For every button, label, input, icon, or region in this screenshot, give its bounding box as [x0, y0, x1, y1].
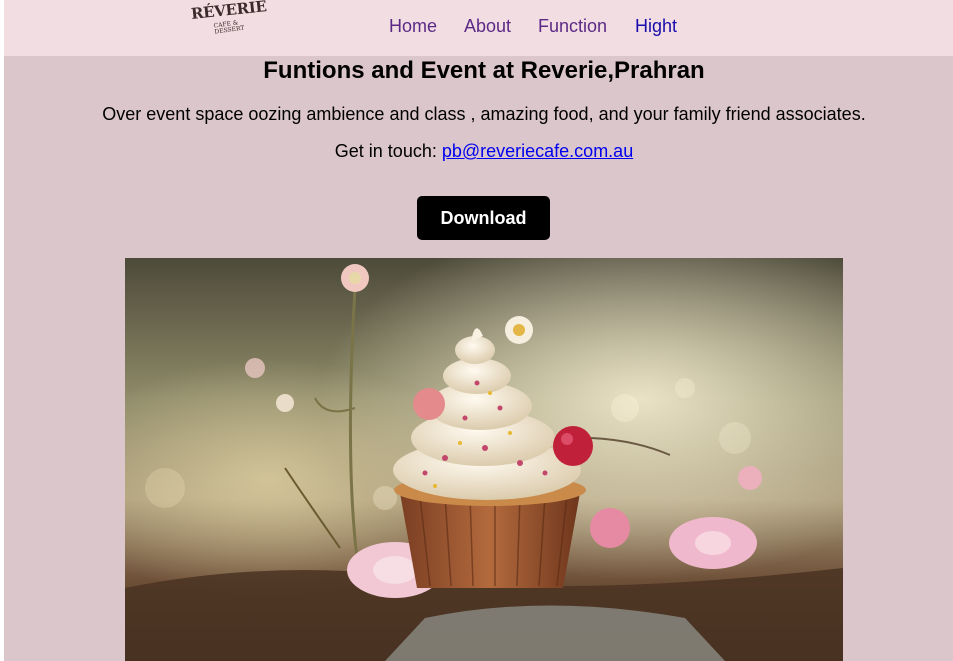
contact-prefix: Get in touch:	[334, 141, 442, 161]
nav-link-function[interactable]: Function	[538, 15, 607, 37]
page: RÉVERIE CAFE & DESSERT Home About Functi…	[4, 0, 953, 661]
nav-link-about[interactable]: About	[464, 15, 511, 37]
nav-link-hight[interactable]: Hight	[635, 15, 677, 37]
download-button[interactable]: Download	[417, 196, 550, 240]
page-title: Funtions and Event at Reverie,Prahran	[263, 57, 705, 84]
cupcake-photo	[125, 258, 843, 661]
contact-email-link[interactable]: pb@reveriecafe.com.au	[442, 141, 633, 161]
nav-link-home[interactable]: Home	[389, 15, 437, 37]
reverie-logo-icon[interactable]: RÉVERIE CAFE & DESSERT	[190, 0, 267, 36]
navbar: RÉVERIE CAFE & DESSERT Home About Functi…	[4, 0, 953, 56]
event-description: Over event space oozing ambience and cla…	[102, 104, 866, 124]
contact-line: Get in touch: pb@reveriecafe.com.au	[4, 141, 953, 161]
logo-tagline: CAFE & DESSERT	[213, 19, 245, 36]
